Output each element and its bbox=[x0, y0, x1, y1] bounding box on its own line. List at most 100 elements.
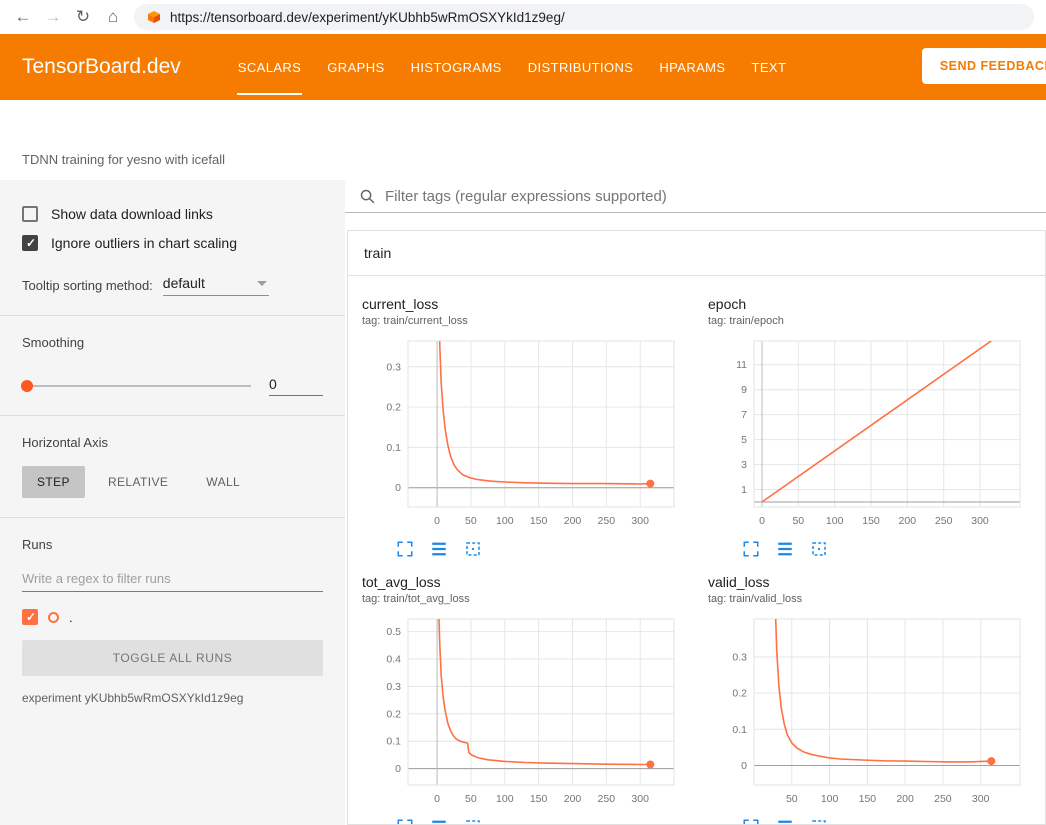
svg-text:0.4: 0.4 bbox=[386, 654, 401, 666]
toggle-y-axis-icon[interactable] bbox=[430, 540, 448, 558]
svg-text:0: 0 bbox=[434, 793, 440, 805]
toggle-y-axis-icon[interactable] bbox=[776, 818, 794, 825]
tab-scalars[interactable]: SCALARS bbox=[225, 34, 315, 100]
svg-text:300: 300 bbox=[631, 793, 649, 805]
app-header: TensorBoard.dev SCALARS GRAPHS HISTOGRAM… bbox=[0, 34, 1046, 100]
svg-text:100: 100 bbox=[496, 515, 514, 527]
chart-tag: tag: train/tot_avg_loss bbox=[362, 593, 692, 605]
chart-tag: tag: train/epoch bbox=[708, 315, 1038, 327]
svg-text:200: 200 bbox=[564, 793, 582, 805]
expand-chart-icon[interactable] bbox=[742, 540, 760, 558]
svg-text:150: 150 bbox=[859, 793, 877, 805]
tab-text[interactable]: TEXT bbox=[738, 34, 799, 100]
axis-relative-button[interactable]: RELATIVE bbox=[93, 466, 183, 498]
svg-text:0.2: 0.2 bbox=[386, 708, 401, 720]
ignore-outliers-row[interactable]: Ignore outliers in chart scaling bbox=[22, 235, 323, 251]
svg-text:0.1: 0.1 bbox=[386, 442, 401, 454]
tooltip-sorting-label: Tooltip sorting method: bbox=[22, 278, 153, 296]
sidebar-divider bbox=[0, 315, 345, 316]
ignore-outliers-checkbox[interactable] bbox=[22, 235, 38, 251]
back-icon[interactable]: ← bbox=[8, 7, 38, 27]
smoothing-slider[interactable] bbox=[22, 385, 251, 387]
svg-text:300: 300 bbox=[631, 515, 649, 527]
svg-text:150: 150 bbox=[862, 515, 880, 527]
line-chart-canvas[interactable]: 1357911050100150200250300 bbox=[708, 335, 1028, 535]
sidebar-divider bbox=[0, 517, 345, 518]
tab-histograms[interactable]: HISTOGRAMS bbox=[398, 34, 515, 100]
toggle-y-axis-icon[interactable] bbox=[776, 540, 794, 558]
tab-hparams[interactable]: HPARAMS bbox=[646, 34, 738, 100]
tag-filter-input[interactable] bbox=[385, 188, 1032, 205]
fit-domain-icon[interactable] bbox=[810, 818, 828, 825]
run-name: . bbox=[69, 610, 73, 625]
run-list-item[interactable]: . bbox=[22, 609, 323, 625]
tag-group-title[interactable]: train bbox=[348, 231, 1045, 276]
runs-label: Runs bbox=[22, 537, 323, 552]
chart-toolbar bbox=[742, 540, 1038, 558]
experiment-description: TDNN training for yesno with icefall bbox=[22, 152, 225, 167]
tooltip-sorting-select[interactable]: default bbox=[163, 275, 269, 296]
svg-text:250: 250 bbox=[935, 515, 953, 527]
chart-toolbar bbox=[396, 540, 692, 558]
line-chart-canvas[interactable]: 00.10.20.30.40.5050100150200250300 bbox=[362, 613, 682, 813]
settings-sidebar: Show data download links Ignore outliers… bbox=[0, 180, 345, 825]
show-download-links-row[interactable]: Show data download links bbox=[22, 206, 323, 222]
scalars-main: train current_loss tag: train/current_lo… bbox=[345, 180, 1046, 825]
svg-text:0.1: 0.1 bbox=[732, 724, 747, 736]
chart-title: valid_loss bbox=[708, 574, 1038, 590]
tab-graphs[interactable]: GRAPHS bbox=[314, 34, 397, 100]
browser-toolbar: ← → ↻ ⌂ https://tensorboard.dev/experime… bbox=[0, 0, 1046, 34]
fit-domain-icon[interactable] bbox=[464, 818, 482, 825]
tensorboard-favicon bbox=[147, 10, 161, 24]
axis-step-button[interactable]: STEP bbox=[22, 466, 85, 498]
run-color-swatch bbox=[48, 612, 59, 623]
svg-text:0.3: 0.3 bbox=[386, 361, 401, 373]
svg-text:50: 50 bbox=[465, 793, 477, 805]
svg-text:5: 5 bbox=[741, 434, 747, 446]
svg-text:1: 1 bbox=[741, 484, 747, 496]
show-download-links-label: Show data download links bbox=[51, 206, 213, 222]
toggle-all-runs-button[interactable]: TOGGLE ALL RUNS bbox=[22, 640, 323, 676]
expand-chart-icon[interactable] bbox=[396, 540, 414, 558]
forward-icon[interactable]: → bbox=[38, 7, 68, 27]
smoothing-value-field[interactable]: 0 bbox=[269, 376, 323, 396]
svg-text:200: 200 bbox=[896, 793, 914, 805]
expand-chart-icon[interactable] bbox=[396, 818, 414, 825]
line-chart-canvas[interactable]: 00.10.20.3050100150200250300 bbox=[362, 335, 682, 535]
horizontal-axis-label: Horizontal Axis bbox=[22, 435, 323, 450]
svg-text:0: 0 bbox=[434, 515, 440, 527]
chevron-down-icon bbox=[257, 281, 267, 286]
url-text: https://tensorboard.dev/experiment/yKUbh… bbox=[170, 10, 565, 25]
scalar-chart-card: tot_avg_loss tag: train/tot_avg_loss 00.… bbox=[362, 574, 692, 825]
smoothing-label: Smoothing bbox=[22, 335, 323, 350]
home-icon[interactable]: ⌂ bbox=[98, 7, 128, 27]
fit-domain-icon[interactable] bbox=[810, 540, 828, 558]
chart-title: epoch bbox=[708, 296, 1038, 312]
address-bar[interactable]: https://tensorboard.dev/experiment/yKUbh… bbox=[134, 4, 1034, 30]
runs-filter-input[interactable] bbox=[22, 566, 323, 592]
line-chart-canvas[interactable]: 00.10.20.350100150200250300 bbox=[708, 613, 1028, 813]
reload-icon[interactable]: ↻ bbox=[68, 7, 98, 27]
tag-filter-row bbox=[345, 180, 1046, 213]
run-checkbox[interactable] bbox=[22, 609, 38, 625]
svg-text:250: 250 bbox=[934, 793, 952, 805]
axis-wall-button[interactable]: WALL bbox=[191, 466, 255, 498]
expand-chart-icon[interactable] bbox=[742, 818, 760, 825]
tab-distributions[interactable]: DISTRIBUTIONS bbox=[515, 34, 647, 100]
charts-grid: current_loss tag: train/current_loss 00.… bbox=[348, 276, 1045, 825]
svg-text:0.3: 0.3 bbox=[732, 652, 747, 664]
svg-text:0: 0 bbox=[395, 482, 401, 494]
send-feedback-button[interactable]: SEND FEEDBACK bbox=[922, 48, 1046, 84]
tooltip-sorting-value: default bbox=[163, 275, 205, 291]
chart-toolbar bbox=[396, 818, 692, 825]
chart-tag: tag: train/valid_loss bbox=[708, 593, 1038, 605]
toggle-y-axis-icon[interactable] bbox=[430, 818, 448, 825]
svg-text:150: 150 bbox=[530, 793, 548, 805]
smoothing-slider-thumb[interactable] bbox=[21, 380, 33, 392]
svg-text:200: 200 bbox=[564, 515, 582, 527]
experiment-id-label: experiment yKUbhb5wRmOSXYkId1z9eg bbox=[22, 691, 323, 705]
show-download-links-checkbox[interactable] bbox=[22, 206, 38, 222]
fit-domain-icon[interactable] bbox=[464, 540, 482, 558]
svg-text:11: 11 bbox=[736, 359, 747, 371]
scalar-chart-card: valid_loss tag: train/valid_loss 00.10.2… bbox=[708, 574, 1038, 825]
